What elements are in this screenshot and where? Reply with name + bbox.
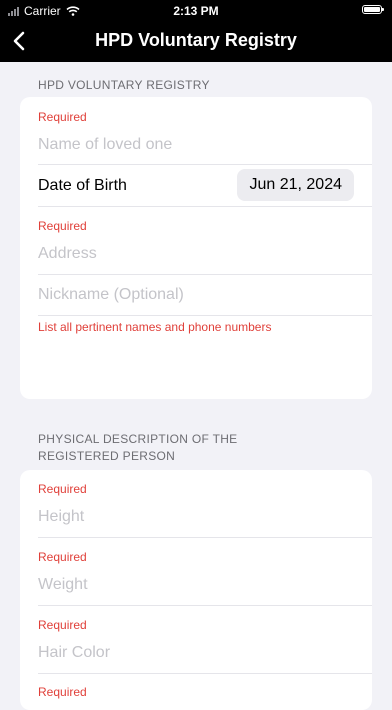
weight-field[interactable]: Required Weight <box>38 538 372 605</box>
height-field[interactable]: Required Height <box>38 470 372 537</box>
name-required-label: Required <box>38 110 87 124</box>
nickname-hint: List all pertinent names and phone numbe… <box>38 320 272 334</box>
dob-row: Date of Birth Jun 21, 2024 <box>38 165 372 206</box>
registry-card: Required Name of loved one Date of Birth… <box>20 97 372 399</box>
navigation-bar: Carrier 2:13 PM HPD Voluntary Registry <box>0 0 392 62</box>
physical-card: Required Height Required Weight Required… <box>20 470 372 710</box>
next-required-label: Required <box>38 685 87 699</box>
section-header-line1: PHYSICAL DESCRIPTION OF THE <box>38 432 238 446</box>
hair-color-input[interactable]: Hair Color <box>38 644 110 662</box>
dob-date-picker[interactable]: Jun 21, 2024 <box>237 169 354 201</box>
hair-required-label: Required <box>38 618 87 632</box>
height-input[interactable]: Height <box>38 508 84 526</box>
next-field[interactable]: Required <box>38 674 372 710</box>
address-required-label: Required <box>38 219 87 233</box>
dob-label: Date of Birth <box>38 177 127 194</box>
page-title: HPD Voluntary Registry <box>95 30 297 50</box>
section-header-registry: HPD VOLUNTARY REGISTRY <box>38 78 210 92</box>
weight-input[interactable]: Weight <box>38 576 88 594</box>
height-required-label: Required <box>38 482 87 496</box>
section-header-line2: REGISTERED PERSON <box>38 449 176 463</box>
status-time: 2:13 PM <box>173 4 219 18</box>
nickname-field[interactable]: Nickname (Optional) <box>38 275 372 399</box>
address-field[interactable]: Required Address <box>38 207 372 274</box>
address-input[interactable]: Address <box>38 245 97 263</box>
name-input[interactable]: Name of loved one <box>38 136 172 154</box>
battery-icon <box>362 5 384 14</box>
nickname-input[interactable]: Nickname (Optional) <box>38 286 184 304</box>
divider <box>38 315 372 316</box>
name-field[interactable]: Required Name of loved one <box>38 97 372 164</box>
weight-required-label: Required <box>38 550 87 564</box>
section-header-physical: PHYSICAL DESCRIPTION OF THE REGISTERED P… <box>38 431 237 465</box>
status-bar: Carrier 2:13 PM <box>0 0 392 22</box>
hair-color-field[interactable]: Required Hair Color <box>38 606 372 673</box>
